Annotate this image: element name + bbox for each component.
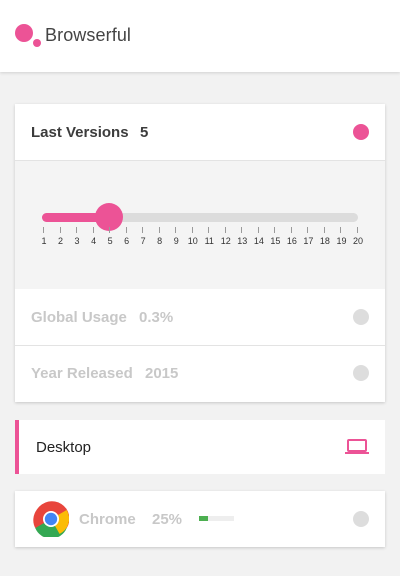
selected-accent-bar	[15, 420, 19, 474]
slider-tick	[307, 227, 309, 233]
versions-slider-ticks: 1 2 3 4 5 6 7 8 9 10 11 12 13 14 15 16 17 18 19 20	[15, 227, 385, 257]
year-released-value: 2015	[145, 365, 179, 382]
browser-name: Chrome	[79, 511, 136, 528]
laptop-icon	[345, 439, 369, 454]
slider-tick	[175, 227, 177, 233]
slider-tick	[241, 227, 243, 233]
slider-tick	[290, 227, 292, 233]
last-versions-value: 5	[140, 124, 149, 141]
versions-card: Last Versions 5 1 2 3 4 5 6 7 8 9 10 11 12 13 14 15 16 1…	[15, 104, 385, 402]
browser-share-bar	[199, 516, 234, 521]
browser-share-value: 25%	[152, 511, 183, 528]
browserful-logo-icon	[15, 24, 43, 48]
global-usage-value: 0.3%	[139, 309, 174, 326]
slider-tick	[158, 227, 160, 233]
slider-tick	[142, 227, 144, 233]
slider-tick	[357, 227, 358, 233]
slider-tick	[43, 227, 44, 233]
slider-tick	[224, 227, 226, 233]
last-versions-indicator[interactable]	[353, 124, 369, 140]
slider-tick-label: 20	[352, 236, 363, 246]
global-usage-indicator[interactable]	[353, 309, 369, 325]
slider-tick	[257, 227, 259, 233]
slider-tick	[125, 227, 127, 233]
chrome-icon	[33, 501, 69, 537]
global-usage-row[interactable]: Global Usage 0.3%	[15, 289, 385, 346]
slider-tick	[340, 227, 342, 233]
slider-tick	[323, 227, 325, 233]
browser-card[interactable]: Chrome 25%	[15, 491, 385, 547]
slider-tick	[191, 227, 193, 233]
slider-tick	[208, 227, 210, 233]
last-versions-row[interactable]: Last Versions 5	[15, 104, 385, 161]
slider-tick	[76, 227, 78, 233]
slider-tick	[274, 227, 276, 233]
platform-label: Desktop	[36, 439, 92, 456]
year-released-label: Year Released	[31, 365, 133, 382]
global-usage-label: Global Usage	[31, 309, 127, 326]
slider-tick	[59, 227, 61, 233]
versions-slider-panel: 1 2 3 4 5 6 7 8 9 10 11 12 13 14 15 16 17 18 19 20	[15, 161, 385, 289]
browser-indicator[interactable]	[353, 511, 369, 527]
year-released-indicator[interactable]	[353, 365, 369, 381]
desktop-platform-card[interactable]: Desktop	[15, 420, 385, 474]
browser-share-fill	[199, 516, 208, 521]
year-released-row[interactable]: Year Released 2015	[15, 346, 385, 402]
app-title: Browserful	[45, 25, 132, 45]
slider-tick	[109, 227, 111, 233]
slider-tick	[92, 227, 94, 233]
app-header: Browserful	[0, 0, 400, 72]
versions-slider-track[interactable]	[42, 213, 358, 222]
last-versions-label: Last Versions	[31, 124, 129, 141]
